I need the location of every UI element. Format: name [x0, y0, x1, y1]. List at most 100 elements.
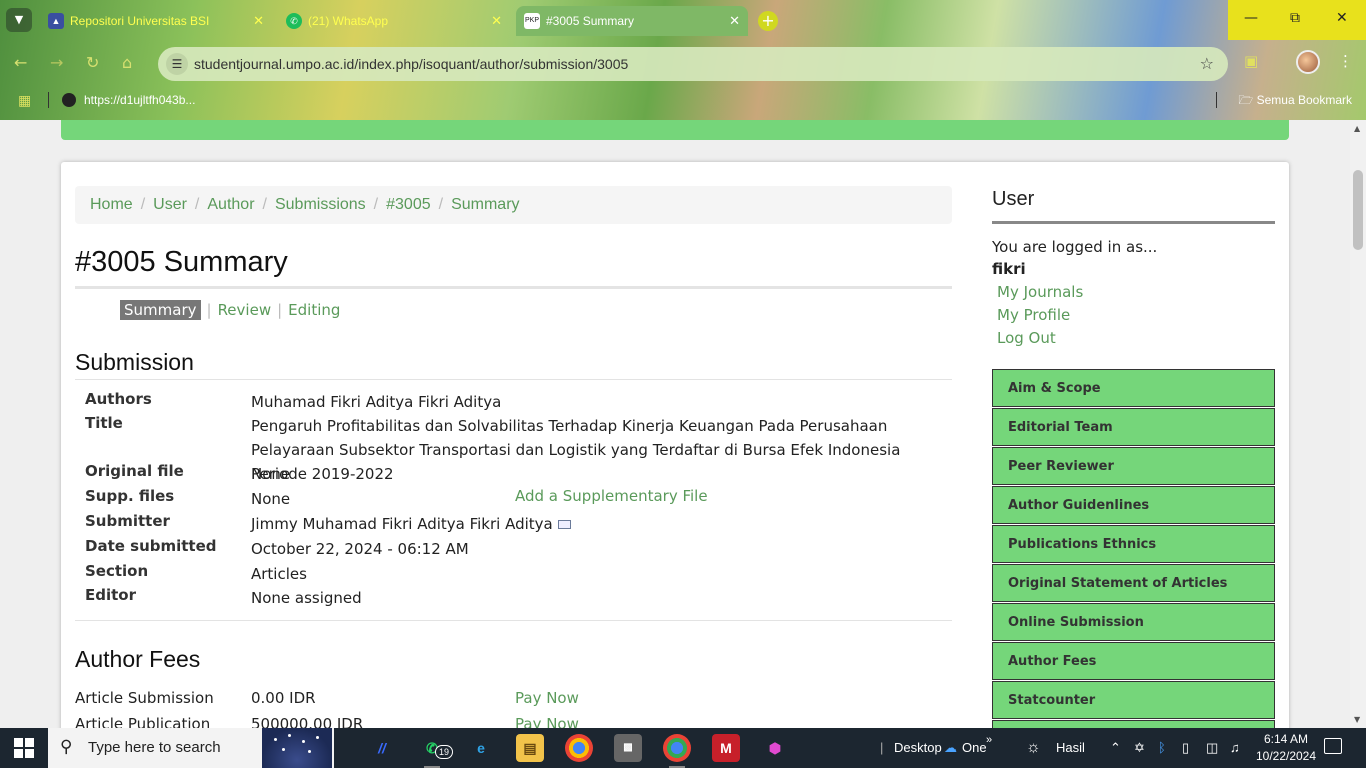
menu-online-submission[interactable]: Online Submission	[992, 603, 1275, 641]
scrollbar-thumb[interactable]	[1353, 170, 1363, 250]
breadcrumb-submissions[interactable]: Submissions	[275, 196, 366, 213]
weather-icon[interactable]: ☼	[1026, 728, 1041, 768]
network-icon[interactable]: ✡	[1134, 728, 1145, 768]
mendeley-icon[interactable]: M	[712, 734, 740, 762]
site-info-icon[interactable]: ☰	[166, 53, 188, 75]
pay-now-link[interactable]: Pay Now	[515, 715, 579, 728]
close-icon[interactable]: ✕	[491, 6, 502, 36]
whatsapp-badge: 19	[435, 745, 454, 759]
page-scrollbar[interactable]: ▲ ▼	[1350, 120, 1366, 728]
minimize-icon[interactable]: —	[1244, 10, 1258, 26]
whatsapp-icon: ✆	[286, 13, 302, 29]
restore-icon[interactable]: ⧉	[1290, 10, 1300, 26]
close-icon[interactable]: ✕	[729, 6, 740, 36]
reload-icon[interactable]: ↻	[86, 53, 99, 72]
toolbar: ← → ↻ ⌂ ☰ studentjournal.umpo.ac.id/inde…	[0, 44, 1366, 82]
new-tab-button[interactable]: +	[758, 11, 778, 31]
tab-whatsapp[interactable]: ✆ (21) WhatsApp ✕	[278, 6, 510, 36]
app-icon-slash[interactable]: //	[368, 734, 396, 762]
field-label: Title	[85, 414, 123, 432]
desktop-label[interactable]: Desktop	[894, 728, 942, 768]
close-icon[interactable]: ✕	[253, 6, 264, 36]
windows-start-icon[interactable]	[14, 738, 34, 758]
overflow-chevron-icon[interactable]: »	[986, 728, 992, 752]
divider: |	[880, 740, 884, 755]
field-value: None assigned	[251, 589, 362, 607]
bookmark-item[interactable]: https://d1ujltfh043b...	[62, 86, 195, 114]
search-icon: ⚲	[60, 737, 73, 756]
show-hidden-icons[interactable]: ⌃	[1110, 728, 1121, 768]
bluetooth-icon[interactable]: ᛒ	[1158, 728, 1166, 768]
menu-peer-reviewer[interactable]: Peer Reviewer	[992, 447, 1275, 485]
my-journals-link[interactable]: My Journals	[997, 283, 1083, 301]
menu-icon[interactable]: ⋮	[1338, 52, 1353, 70]
close-window-icon[interactable]: ✕	[1336, 10, 1348, 26]
menu-author-guidelines[interactable]: Author Guidenlines	[992, 486, 1275, 524]
menu-aim-scope[interactable]: Aim & Scope	[992, 369, 1275, 407]
my-profile-link[interactable]: My Profile	[997, 306, 1070, 324]
breadcrumb-user[interactable]: User	[153, 196, 187, 213]
file-explorer-icon[interactable]: ▤	[516, 734, 544, 762]
menu-editorial-team[interactable]: Editorial Team	[992, 408, 1275, 446]
section-divider	[75, 379, 952, 380]
bsi-shield-icon: ▲	[48, 13, 64, 29]
submission-heading: Submission	[75, 349, 194, 375]
tab-repositori[interactable]: ▲ Repositori Universitas BSI ✕	[40, 6, 272, 36]
breadcrumb-home[interactable]: Home	[90, 196, 133, 213]
tab-strip: ▼ ▲ Repositori Universitas BSI ✕ ✆ (21) …	[0, 0, 1366, 40]
address-bar[interactable]: ☰ studentjournal.umpo.ac.id/index.php/is…	[158, 47, 1228, 81]
sidebar-heading: User	[992, 188, 1035, 210]
weather-label[interactable]: Hasil	[1056, 728, 1085, 768]
volume-icon[interactable]: ♫	[1230, 728, 1240, 768]
chrome-icon[interactable]	[565, 734, 593, 762]
menu-author-fees[interactable]: Author Fees	[992, 642, 1275, 680]
profile-avatar[interactable]	[1296, 50, 1320, 74]
app-icon-gem[interactable]: ⬢	[761, 734, 789, 762]
extensions-icon[interactable]: ▣	[1244, 52, 1258, 70]
field-value: Jimmy Muhamad Fikri Aditya Fikri Aditya	[251, 512, 941, 536]
menu-original-statement[interactable]: Original Statement of Articles	[992, 564, 1275, 602]
tab-title: Repositori Universitas BSI	[70, 14, 210, 28]
tab-title: (21) WhatsApp	[308, 14, 389, 28]
fee-label: Article Submission	[75, 689, 214, 707]
system-clock[interactable]: 6:14 AM 10/22/2024	[1254, 731, 1318, 765]
pay-now-link[interactable]: Pay Now	[515, 689, 579, 707]
battery-icon[interactable]: ▯	[1182, 728, 1189, 768]
breadcrumb-submission-id[interactable]: #3005	[386, 196, 431, 213]
forward-icon[interactable]: →	[50, 53, 63, 72]
fee-amount: 500000.00 IDR	[251, 715, 364, 728]
scroll-down-icon[interactable]: ▼	[1354, 715, 1360, 724]
taskbar-search-box[interactable]: ⚲ Type here to search	[48, 728, 334, 768]
window-controls: — ⧉ ✕	[1228, 0, 1366, 40]
add-supplementary-file-link[interactable]: Add a Supplementary File	[515, 487, 708, 505]
section-divider	[75, 620, 952, 621]
url-text[interactable]: studentjournal.umpo.ac.id/index.php/isoq…	[194, 47, 628, 81]
all-bookmarks[interactable]: 🗁 Semua Bookmark	[1238, 86, 1352, 114]
scroll-up-icon[interactable]: ▲	[1354, 124, 1360, 133]
tab-summary[interactable]: PKP #3005 Summary ✕	[516, 6, 748, 36]
divider	[1216, 92, 1217, 108]
menu-statcounter[interactable]: Statcounter	[992, 681, 1275, 719]
menu-next-item[interactable]	[992, 720, 1275, 728]
breadcrumb-author[interactable]: Author	[207, 196, 254, 213]
chrome-profile-icon[interactable]	[663, 734, 691, 768]
tab-search-button[interactable]: ▼	[6, 8, 32, 32]
folder-icon: 🗁	[1238, 93, 1257, 107]
app-icon-screenshot[interactable]: ▩	[614, 734, 642, 762]
onedrive-label[interactable]: One	[962, 728, 987, 768]
edge-icon[interactable]: e	[467, 734, 495, 762]
apps-grid-icon[interactable]: ▦	[18, 92, 31, 109]
display-icon[interactable]: ◫	[1206, 728, 1218, 768]
home-icon[interactable]: ⌂	[122, 53, 132, 72]
notification-icon[interactable]	[1324, 738, 1342, 754]
tab-editing[interactable]: Editing	[288, 301, 340, 319]
back-icon[interactable]: ←	[14, 53, 27, 72]
onedrive-icon[interactable]: ☁	[944, 728, 957, 768]
email-icon[interactable]	[557, 520, 571, 529]
tab-review[interactable]: Review	[218, 301, 272, 319]
breadcrumb-summary[interactable]: Summary	[451, 196, 519, 213]
log-out-link[interactable]: Log Out	[997, 329, 1056, 347]
menu-publication-ethics[interactable]: Publications Ethnics	[992, 525, 1275, 563]
bookmark-star-icon[interactable]: ☆	[1200, 47, 1214, 81]
tab-summary-current[interactable]: Summary	[120, 300, 201, 320]
